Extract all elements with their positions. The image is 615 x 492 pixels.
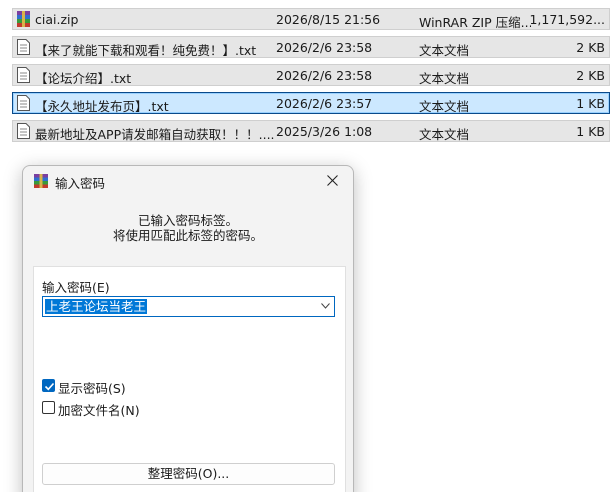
file-name: ciai.zip bbox=[35, 12, 79, 27]
password-label: 输入密码(E) bbox=[42, 280, 110, 295]
info-line-2: 将使用匹配此标签的密码。 bbox=[112, 228, 263, 243]
chevron-down-icon[interactable] bbox=[321, 303, 330, 309]
encrypt-filenames-label: 加密文件名(N) bbox=[58, 403, 140, 418]
file-size: 1 KB bbox=[576, 124, 605, 139]
close-icon bbox=[327, 175, 338, 186]
password-combobox[interactable]: 上老王论坛当老王 bbox=[42, 296, 335, 317]
checkbox-box[interactable] bbox=[42, 401, 55, 414]
text-file-icon bbox=[17, 95, 30, 111]
file-name: 【论坛介绍】.txt bbox=[35, 71, 132, 86]
file-date: 2026/2/6 23:58 bbox=[276, 68, 373, 83]
file-date: 2026/8/15 21:56 bbox=[276, 12, 381, 27]
winrar-app-icon bbox=[34, 174, 48, 188]
file-type: 文本文档 bbox=[419, 71, 470, 86]
file-type: 文本文档 bbox=[419, 99, 470, 114]
file-size: 1,171,592... bbox=[529, 12, 605, 27]
show-password-checkbox[interactable]: 显示密码(S) bbox=[42, 378, 132, 396]
file-size: 2 KB bbox=[576, 40, 605, 55]
file-type: 文本文档 bbox=[419, 43, 470, 58]
file-name: 最新地址及APP请发邮箱自动获取！！！.... bbox=[35, 127, 275, 142]
file-date: 2026/2/6 23:57 bbox=[276, 96, 373, 111]
password-input-value[interactable]: 上老王论坛当老王 bbox=[45, 299, 148, 314]
dialog-titlebar[interactable]: 输入密码 bbox=[23, 166, 353, 196]
file-type: WinRAR ZIP 压缩... bbox=[419, 15, 531, 30]
show-password-label: 显示密码(S) bbox=[58, 381, 126, 396]
file-size: 1 KB bbox=[576, 96, 605, 111]
file-row-forum-intro-txt[interactable]: 【论坛介绍】.txt 2026/2/6 23:58 文本文档 2 KB bbox=[12, 64, 610, 86]
text-file-icon bbox=[17, 123, 30, 139]
winrar-archive-icon bbox=[17, 11, 30, 27]
text-file-icon bbox=[17, 67, 30, 83]
file-type: 文本文档 bbox=[419, 127, 470, 142]
checkmark-icon bbox=[44, 382, 55, 391]
dialog-title: 输入密码 bbox=[55, 176, 106, 191]
checkbox-box[interactable] bbox=[42, 379, 55, 392]
file-row-latest-address-txt[interactable]: 最新地址及APP请发邮箱自动获取！！！.... 2025/3/26 1:08 文… bbox=[12, 120, 610, 142]
file-row-ciai-zip[interactable]: ciai.zip 2026/8/15 21:56 WinRAR ZIP 压缩..… bbox=[12, 8, 610, 30]
password-dialog: 输入密码 已输入密码标签。 将使用匹配此标签的密码。 输入密码(E) 上老王论坛… bbox=[22, 165, 354, 492]
organize-passwords-button[interactable]: 整理密码(O)... bbox=[42, 463, 335, 485]
text-file-icon bbox=[17, 39, 30, 55]
file-row-permanent-address-txt[interactable]: 【永久地址发布页】.txt 2026/2/6 23:57 文本文档 1 KB bbox=[12, 92, 610, 114]
encrypt-filenames-checkbox[interactable]: 加密文件名(N) bbox=[42, 400, 142, 418]
file-date: 2025/3/26 1:08 bbox=[276, 124, 373, 139]
file-row-free-download-txt[interactable]: 【来了就能下载和观看！纯免费！】.txt 2026/2/6 23:58 文本文档… bbox=[12, 36, 610, 58]
password-panel: 输入密码(E) 上老王论坛当老王 显示密码(S) 加密文件名(N) 整理密码(O… bbox=[33, 266, 346, 492]
close-button[interactable] bbox=[313, 166, 353, 196]
file-date: 2026/2/6 23:58 bbox=[276, 40, 373, 55]
file-name: 【来了就能下载和观看！纯免费！】.txt bbox=[35, 43, 257, 58]
file-size: 2 KB bbox=[576, 68, 605, 83]
file-name: 【永久地址发布页】.txt bbox=[35, 99, 169, 114]
